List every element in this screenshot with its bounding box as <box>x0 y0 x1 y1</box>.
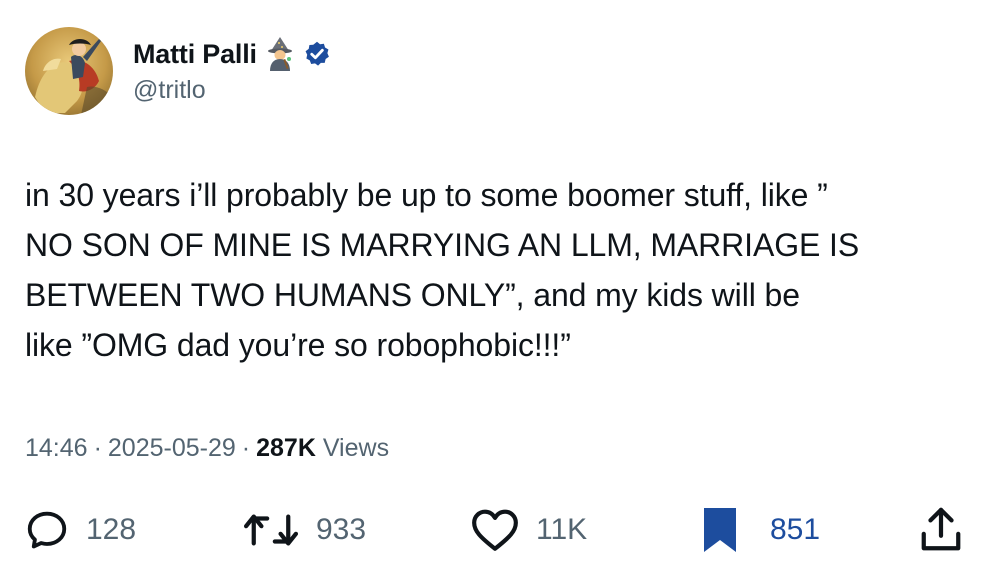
repost-count: 933 <box>316 513 367 546</box>
like-button[interactable]: 11K <box>470 500 587 560</box>
repost-button[interactable]: 933 <box>242 500 366 560</box>
repost-icon <box>243 514 299 546</box>
mage-emoji-icon <box>265 37 295 71</box>
avatar[interactable] <box>25 27 113 115</box>
bookmark-filled-icon <box>704 508 736 552</box>
tweet-card: Matti Palli @tritlo in 30 years i’ll pro… <box>0 0 1000 578</box>
heart-icon <box>472 509 518 551</box>
tweet-meta: 14:46 · 2025-05-29 · 287K Views <box>25 430 389 466</box>
reply-icon <box>27 511 67 549</box>
bookmark-count: 851 <box>770 513 821 546</box>
action-bar: 128 933 11K 851 <box>0 500 1000 560</box>
avatar-image <box>25 27 113 115</box>
author-handle[interactable]: @tritlo <box>133 74 206 106</box>
reply-button[interactable]: 128 <box>24 500 136 560</box>
bookmark-button[interactable]: 851 <box>700 500 820 560</box>
views-count: 287K <box>256 434 316 462</box>
verified-badge-icon <box>303 40 331 68</box>
meta-separator: · <box>241 434 251 462</box>
tweet-date[interactable]: 2025-05-29 <box>108 434 236 462</box>
views-label: Views <box>322 434 390 462</box>
tweet-time[interactable]: 14:46 <box>25 434 88 462</box>
share-button[interactable] <box>918 500 964 560</box>
author-name-row: Matti Palli <box>133 36 331 72</box>
reply-count: 128 <box>86 513 137 546</box>
like-count: 11K <box>536 513 588 546</box>
meta-separator: · <box>93 434 102 462</box>
author-display-name[interactable]: Matti Palli <box>133 36 257 72</box>
share-icon <box>921 507 961 551</box>
tweet-text: in 30 years i’ll probably be up to some … <box>25 177 860 363</box>
